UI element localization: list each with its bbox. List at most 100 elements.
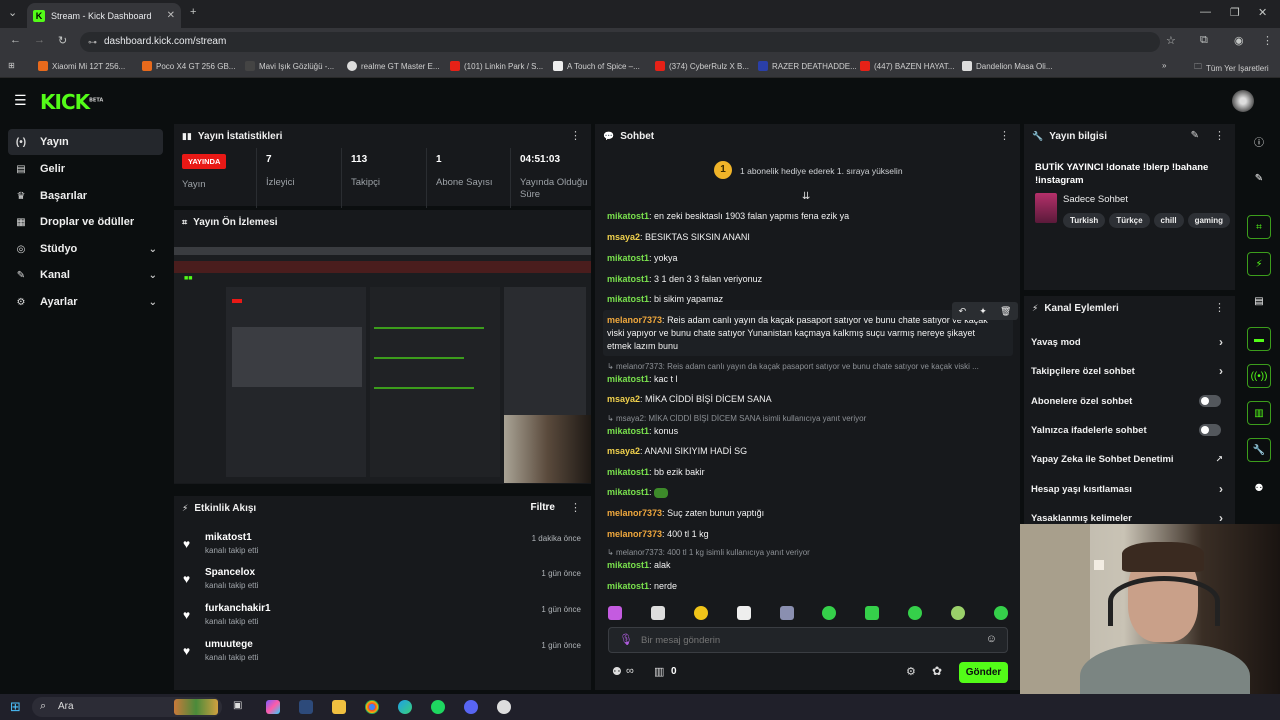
bookmark-item[interactable]: Xiaomi Mi 12T 256...	[38, 61, 125, 71]
action-account-age[interactable]: Hesap yaşı kısıtlaması ›	[1031, 479, 1231, 499]
chat-username[interactable]: msaya2	[607, 232, 640, 242]
chat-message[interactable]: msaya2: BESIKTAS SIKSIN ANANI	[607, 231, 1007, 244]
action-followers-only[interactable]: Takipçilere özel sohbet ›	[1031, 361, 1231, 381]
discord-icon[interactable]	[464, 700, 478, 714]
restore-icon[interactable]: ❐	[1230, 6, 1240, 19]
chat-username[interactable]: melanor7373	[607, 508, 662, 518]
preview-rail-icon[interactable]: ⌗	[1247, 215, 1271, 239]
sidebar-item-yayin[interactable]: (•) Yayın	[8, 129, 163, 155]
forward-icon[interactable]: →	[34, 34, 45, 46]
bookmark-item[interactable]: Poco X4 GT 256 GB...	[142, 61, 235, 71]
extensions-icon[interactable]: ⧉	[1200, 34, 1208, 47]
chat-message[interactable]: mikatost1: yokya	[607, 252, 1007, 265]
filter-button[interactable]: Filtre	[531, 502, 555, 513]
mic-icon[interactable]: 🎙	[619, 633, 633, 646]
emote-icon[interactable]	[608, 606, 622, 620]
document-icon[interactable]: ▤	[1247, 289, 1271, 313]
activity-user[interactable]: Spancelox	[205, 567, 255, 578]
windows-start-icon[interactable]: ⊞	[10, 699, 21, 715]
back-icon[interactable]: ←	[10, 34, 21, 46]
emote-icon[interactable]	[908, 606, 923, 620]
activity-user[interactable]: mikatost1	[205, 532, 252, 543]
tag[interactable]: chill	[1153, 213, 1184, 228]
info-icon[interactable]: ⓘ	[1247, 129, 1271, 153]
sidebar-item-basarilar[interactable]: ♛ Başarılar	[8, 183, 163, 209]
kebab-menu-icon[interactable]: ⋮	[1214, 301, 1225, 314]
bookmark-item[interactable]: (374) CyberRulz X B...	[655, 61, 749, 71]
chat-message[interactable]: mikatost1: nerde	[607, 580, 1007, 593]
subs-only-toggle[interactable]	[1199, 395, 1221, 407]
chat-username[interactable]: mikatost1	[607, 426, 649, 436]
bookmark-item[interactable]: A Touch of Spice –...	[553, 61, 640, 71]
chat-message[interactable]: mikatost1: bi sikim yapamaz	[607, 293, 1007, 306]
emote-icon[interactable]	[779, 606, 794, 620]
chat-input-box[interactable]: 🎙 ☺	[608, 627, 1008, 653]
bookmark-item[interactable]: Dandelion Masa Oli...	[962, 61, 1052, 71]
activity-user[interactable]: umuutege	[205, 639, 253, 650]
reply-icon[interactable]: ↶	[959, 306, 967, 317]
delete-icon[interactable]: 🗑	[1000, 306, 1011, 317]
chat-username[interactable]: mikatost1	[607, 253, 649, 263]
sidebar-item-gelir[interactable]: ▤ Gelir	[8, 156, 163, 182]
sidebar-item-kanal[interactable]: ✎ Kanal ⌄	[8, 262, 163, 288]
site-info-icon[interactable]: ⊶	[88, 32, 97, 52]
tag[interactable]: gaming	[1187, 213, 1231, 228]
reload-icon[interactable]: ↻	[58, 34, 67, 47]
kebab-menu-icon[interactable]: ⋮	[999, 129, 1010, 142]
bookmark-item[interactable]: RAZER DEATHADDE...	[758, 61, 857, 71]
activity-user[interactable]: furkanchakir1	[205, 603, 271, 614]
kebab-menu-icon[interactable]: ⋮	[570, 501, 581, 514]
close-window-icon[interactable]: ✕	[1258, 6, 1267, 19]
chat-username[interactable]: mikatost1	[607, 374, 649, 384]
emote-icon[interactable]	[736, 606, 751, 620]
stream-preview-video[interactable]: ■■	[174, 247, 591, 483]
reply-context[interactable]: ↳ melanor7373: Reis adam canlı yayın da …	[607, 362, 1007, 371]
activity-rail-icon[interactable]: ⚡	[1247, 252, 1271, 276]
pin-icon[interactable]: ✦	[979, 306, 987, 317]
chat-username[interactable]: melanor7373	[607, 315, 662, 325]
chat-username[interactable]: mikatost1	[607, 274, 649, 284]
chat-username[interactable]: mikatost1	[607, 211, 649, 221]
close-tab-icon[interactable]: ✕	[167, 10, 175, 21]
chat-message[interactable]: mikatost1: kac t l	[607, 373, 1007, 386]
action-ai-moderation[interactable]: Yapay Zeka ile Sohbet Denetimi ↗	[1031, 449, 1231, 469]
emote-icon[interactable]	[865, 606, 880, 620]
chat-message[interactable]: mikatost1: alak	[607, 559, 1007, 572]
users-rail-icon[interactable]: ⚉	[1247, 476, 1271, 500]
edge-icon[interactable]	[398, 700, 412, 714]
browser-tab[interactable]: K Stream - Kick Dashboard ✕	[27, 3, 181, 28]
minimize-icon[interactable]: —	[1200, 6, 1211, 18]
chat-username[interactable]: mikatost1	[607, 294, 649, 304]
chat-message[interactable]: melanor7373: Reis adam canlı yayın da ka…	[607, 314, 997, 353]
kebab-menu-icon[interactable]: ⋮	[570, 129, 581, 142]
emote-icon[interactable]	[951, 606, 965, 620]
bookmark-item[interactable]: Mavi Işık Gözlüğü -...	[245, 61, 334, 71]
task-view-icon[interactable]: ▣	[233, 700, 247, 714]
apps-icon[interactable]: ⊞	[8, 61, 15, 70]
chat-message[interactable]: msaya2: ANANI SIKIYIM HADİ SG	[607, 445, 1007, 458]
chat-username[interactable]: mikatost1	[607, 487, 649, 497]
chat-username[interactable]: msaya2	[607, 394, 640, 404]
emote-icon[interactable]	[693, 606, 708, 620]
gift-leaderboard-text[interactable]: 1 abonelik hediye ederek 1. sıraya yükse…	[740, 166, 903, 176]
chat-message[interactable]: melanor7373: Suç zaten bunun yaptığı	[607, 507, 1007, 520]
hamburger-menu-icon[interactable]: ☰	[14, 92, 27, 109]
emote-only-toggle[interactable]	[1199, 424, 1221, 436]
emote-icon[interactable]	[650, 606, 665, 620]
avatar[interactable]	[1232, 90, 1254, 112]
chat-message[interactable]: mikatost1: en zeki besiktaslı 1903 falan…	[607, 210, 1007, 223]
browser-menu-icon[interactable]: ⋮	[1262, 34, 1273, 47]
kick-logo[interactable]: KICKBETA	[40, 90, 103, 114]
more-bookmarks-icon[interactable]: »	[1162, 61, 1166, 70]
bookmark-item[interactable]: (101) Linkin Park / S...	[450, 61, 543, 71]
chat-input[interactable]	[641, 632, 971, 648]
kebab-menu-icon[interactable]: ⋮	[1214, 129, 1225, 142]
emote-icon[interactable]	[822, 606, 837, 620]
emote-icon[interactable]	[993, 606, 1008, 620]
new-tab-icon[interactable]: +	[190, 6, 196, 18]
store-app-icon[interactable]	[299, 700, 313, 714]
chat-username[interactable]: mikatost1	[607, 467, 649, 477]
emoji-icon[interactable]: ☺	[986, 633, 997, 645]
chat-message[interactable]: mikatost1: 3 1 den 3 3 falan veriyonuz	[607, 273, 1007, 286]
sidebar-item-studyo[interactable]: ◎ Stüdyo ⌄	[8, 236, 163, 262]
